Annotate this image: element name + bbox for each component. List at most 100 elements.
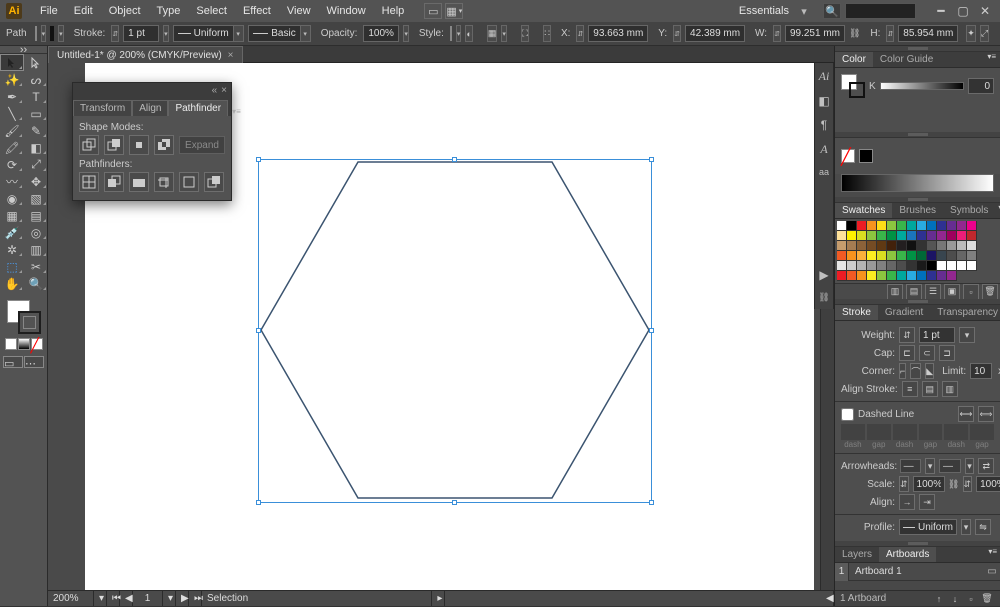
align-outside-icon[interactable]: ▥: [942, 381, 958, 397]
window-minimize-icon[interactable]: ━: [932, 4, 950, 18]
dash-inputs[interactable]: [841, 424, 994, 440]
brush-type-field[interactable]: Basic: [248, 25, 300, 42]
w-input[interactable]: [785, 25, 845, 42]
limit-input[interactable]: [970, 363, 992, 379]
line-tool[interactable]: ╲: [0, 105, 24, 122]
layers-panel-menu-icon[interactable]: ▾≡: [985, 547, 1000, 562]
swatch[interactable]: [837, 221, 847, 231]
swatch[interactable]: [917, 241, 927, 251]
swatch[interactable]: [867, 261, 877, 271]
swatch[interactable]: [917, 221, 927, 231]
swatch[interactable]: [907, 231, 917, 241]
menu-help[interactable]: Help: [374, 0, 413, 22]
swatch[interactable]: [837, 231, 847, 241]
shape-builder-tool[interactable]: ◉: [0, 190, 24, 207]
swatch[interactable]: [937, 271, 947, 281]
x-stepper[interactable]: ⇵: [576, 25, 584, 42]
swatch[interactable]: [867, 271, 877, 281]
trim-icon[interactable]: [104, 172, 124, 192]
tab-pathfinder[interactable]: Pathfinder: [168, 100, 228, 116]
arrow-start-field[interactable]: —: [900, 459, 922, 473]
lock-aspect-icon[interactable]: ⛓: [849, 25, 860, 42]
profile-caret[interactable]: ▾: [961, 519, 971, 535]
swatch[interactable]: [897, 271, 907, 281]
weight-input[interactable]: [919, 327, 955, 343]
swatch[interactable]: [887, 231, 897, 241]
minus-back-icon[interactable]: [204, 172, 224, 192]
dock-link-icon[interactable]: ⛓: [817, 292, 832, 303]
scale-tool[interactable]: ⤢: [24, 156, 48, 173]
none-mode-icon[interactable]: ╱: [31, 338, 43, 350]
arrow-align-end-icon[interactable]: ⇥: [919, 494, 935, 510]
artboard-row[interactable]: 1 Artboard 1 ▭: [835, 563, 1000, 581]
swatch[interactable]: [957, 231, 967, 241]
color-panel-menu-icon[interactable]: ▾≡: [983, 52, 1000, 67]
menu-file[interactable]: File: [32, 0, 66, 22]
panel-menu-icon[interactable]: ▾≡: [228, 107, 245, 116]
black-swatch-icon[interactable]: [859, 149, 873, 163]
swatch[interactable]: [907, 221, 917, 231]
h-input[interactable]: [898, 25, 958, 42]
swatch[interactable]: [917, 231, 927, 241]
flip-across-icon[interactable]: ⇋: [975, 519, 991, 535]
workspace-caret-icon[interactable]: ▾: [799, 5, 809, 18]
w-stepper[interactable]: ⇵: [773, 25, 781, 42]
swatch[interactable]: [957, 251, 967, 261]
opacity-caret[interactable]: ▾: [403, 25, 409, 42]
swatch[interactable]: [927, 251, 937, 261]
swatch[interactable]: [907, 251, 917, 261]
swatch[interactable]: [887, 251, 897, 261]
swatch[interactable]: [937, 241, 947, 251]
tools-grip[interactable]: ››: [0, 46, 47, 54]
swatch[interactable]: [897, 221, 907, 231]
gradient-mode-icon[interactable]: [18, 338, 30, 350]
artboard-nav-caret[interactable]: ▾: [163, 591, 176, 606]
tab-color-guide[interactable]: Color Guide: [873, 52, 940, 67]
selection-tool[interactable]: [0, 54, 24, 71]
profile-field[interactable]: Uniform: [899, 519, 957, 535]
swatch[interactable]: [967, 241, 977, 251]
swatch[interactable]: [927, 221, 937, 231]
lasso-tool[interactable]: ᔕ: [24, 71, 48, 88]
dock-appearance-icon[interactable]: Ai: [817, 69, 832, 84]
slice-tool[interactable]: ✂: [24, 258, 48, 275]
swatch[interactable]: [947, 221, 957, 231]
dock-play-icon[interactable]: ▶: [817, 268, 832, 282]
search-icon[interactable]: 🔍: [823, 3, 841, 19]
dock-graphic-styles-icon[interactable]: ◧: [817, 94, 832, 108]
workspace-switcher[interactable]: Essentials: [733, 5, 795, 17]
swatch[interactable]: [967, 251, 977, 261]
fill-stroke-indicator[interactable]: [7, 300, 41, 334]
artboard-up-icon[interactable]: ↑: [931, 591, 947, 607]
swatch[interactable]: [927, 261, 937, 271]
swatch[interactable]: [857, 261, 867, 271]
swatch[interactable]: [967, 261, 977, 271]
swatch[interactable]: [927, 271, 937, 281]
direct-selection-tool[interactable]: [24, 54, 48, 71]
tab-symbols[interactable]: Symbols: [943, 203, 995, 218]
tab-gradient[interactable]: Gradient: [878, 305, 930, 320]
fill-caret-icon[interactable]: ▾: [41, 25, 47, 42]
artboard-tool[interactable]: ⬚: [0, 258, 24, 275]
swatch[interactable]: [947, 261, 957, 271]
divide-icon[interactable]: [79, 172, 99, 192]
trash-icon[interactable]: 🗑: [982, 284, 998, 300]
stroke-caret-icon[interactable]: ▾: [58, 25, 64, 42]
cap-round-icon[interactable]: ⊂: [919, 345, 935, 361]
screen-mode-menu-icon[interactable]: ⋯: [24, 356, 44, 368]
k-value-input[interactable]: [968, 78, 994, 94]
color-mode-icon[interactable]: [5, 338, 17, 350]
ref-point-selector[interactable]: ∷: [543, 25, 551, 42]
swatch[interactable]: [917, 271, 927, 281]
swatch[interactable]: [867, 221, 877, 231]
swatch[interactable]: [897, 231, 907, 241]
symbol-sprayer-tool[interactable]: ✲: [0, 241, 24, 258]
cap-projecting-icon[interactable]: ⊐: [939, 345, 955, 361]
stroke-weight-caret[interactable]: ▾: [163, 25, 169, 42]
panel-collapse-icon[interactable]: «: [212, 85, 218, 96]
color-fill-stroke[interactable]: [841, 74, 865, 98]
dock-paragraph-icon[interactable]: ¶: [817, 118, 832, 132]
zoom-tool[interactable]: 🔍: [24, 275, 48, 292]
tab-layers[interactable]: Layers: [835, 547, 879, 562]
tab-brushes[interactable]: Brushes: [892, 203, 943, 218]
